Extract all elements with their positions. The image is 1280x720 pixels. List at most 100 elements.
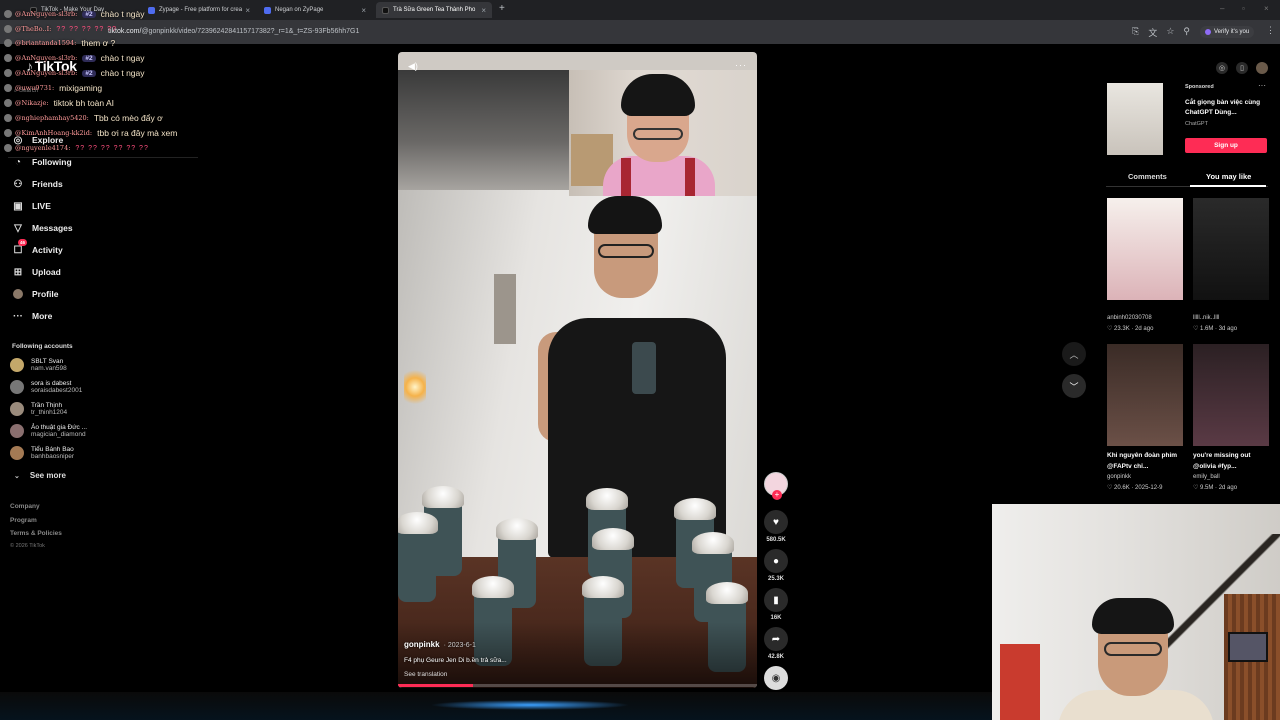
ad-more-icon[interactable]: ··· bbox=[1258, 81, 1266, 90]
webcam-shelf bbox=[1000, 644, 1040, 720]
recommended-video-thumbnail[interactable] bbox=[1193, 198, 1269, 300]
close-tab-icon[interactable]: × bbox=[361, 6, 366, 15]
chat-username: @nguyenle4174: bbox=[15, 144, 71, 152]
sidebar-item-label: Following bbox=[32, 157, 72, 167]
following-account[interactable]: SBLT Svan nam.van598 bbox=[10, 358, 67, 372]
footer-link-terms[interactable]: Terms & Policies bbox=[10, 530, 62, 537]
following-account[interactable]: Trần Thịnh tr_thinh1204 bbox=[10, 402, 67, 416]
extensions-icon[interactable]: ⚲ bbox=[1183, 26, 1190, 39]
translate-icon[interactable]: 文 bbox=[1148, 26, 1157, 39]
browser-menu-icon[interactable]: ⋮ bbox=[1266, 25, 1275, 36]
taskbar-glow bbox=[430, 700, 630, 710]
new-tab-icon[interactable]: + bbox=[499, 3, 505, 14]
sidebar-item-messages[interactable]: ▽ Messages bbox=[12, 222, 73, 234]
account-name: Ảo thuật gia Đức ... bbox=[31, 424, 88, 431]
verify-profile-button[interactable]: Verify it's you bbox=[1200, 26, 1255, 38]
sidebar-item-label: Friends bbox=[32, 179, 63, 189]
chevron-down-icon: ﹀ bbox=[1069, 381, 1079, 392]
install-app-icon[interactable]: ⎘ bbox=[1132, 26, 1139, 39]
save-button[interactable]: ▮ bbox=[764, 588, 788, 612]
see-translation-link[interactable]: See translation bbox=[404, 671, 447, 678]
video-progress-fill bbox=[398, 684, 474, 687]
cup-lid bbox=[592, 528, 634, 550]
address-bar[interactable]: tiktok.com/@gonpinkk/video/7239624284115… bbox=[0, 20, 1280, 44]
profile-icon bbox=[12, 288, 24, 300]
volume-icon[interactable]: ◀) bbox=[408, 61, 418, 72]
following-account[interactable]: Tiểu Bánh Bao banhbaosniper bbox=[10, 446, 74, 460]
cup-lid bbox=[706, 582, 748, 604]
video-description: F4 phụ Geure Jen Di b.ền trả sữa... bbox=[404, 657, 507, 664]
coin-icon[interactable]: ◎ bbox=[1216, 62, 1228, 74]
following-account[interactable]: Ảo thuật gia Đức ... magician_diamond bbox=[10, 424, 87, 438]
card-title[interactable]: you're missing out @olivia #fyp... bbox=[1193, 450, 1273, 472]
browser-tab-negan[interactable]: Negan on ZyPage × bbox=[258, 2, 372, 18]
sidebar-item-live[interactable]: ▣ LIVE bbox=[12, 200, 51, 212]
window-close-icon[interactable]: × bbox=[1264, 4, 1269, 13]
chat-text: Tbb có mèo đẩy ơ bbox=[93, 113, 163, 123]
more-icon: ··· bbox=[13, 310, 23, 322]
footer-link-program[interactable]: Program bbox=[10, 517, 37, 524]
chat-text: tiktok bh toàn AI bbox=[53, 98, 115, 108]
chat-text: them ơ ? bbox=[81, 38, 116, 48]
activity-icon: ☐ 46 bbox=[13, 239, 28, 256]
recommended-video-thumbnail[interactable] bbox=[1193, 344, 1269, 446]
user-avatar-icon[interactable] bbox=[1256, 62, 1268, 74]
sidebar-item-more[interactable]: ··· More bbox=[12, 310, 52, 322]
video-person-hair bbox=[588, 196, 662, 234]
card-username[interactable]: anbinh02030708 bbox=[1107, 315, 1152, 321]
cup-lid bbox=[422, 486, 464, 508]
video-player[interactable]: ◀) ··· gonpinkk · 2023-6-1 F4 phụ Geure J… bbox=[398, 52, 757, 688]
browser-tab-active[interactable]: Trà Sữa Green Tea Thành Pho × bbox=[376, 2, 492, 18]
avatar bbox=[10, 424, 24, 438]
footer-link-company[interactable]: Company bbox=[10, 503, 40, 510]
more-options-icon[interactable]: ··· bbox=[735, 60, 747, 70]
see-more-button[interactable]: ⌄ See more bbox=[14, 471, 66, 480]
comment-button[interactable]: ● bbox=[764, 549, 788, 573]
creator-avatar[interactable]: + bbox=[764, 472, 788, 500]
ad-title[interactable]: Cắt giọng bàn việc cùng ChatGPT Dùng... bbox=[1185, 98, 1267, 118]
upload-icon: ⊞ bbox=[13, 266, 23, 278]
chat-username: @TheBo..I: bbox=[15, 25, 52, 33]
account-handle: tr_thinh1204 bbox=[31, 409, 68, 416]
account-handle: magician_diamond bbox=[31, 431, 86, 438]
maximize-icon[interactable]: ▫ bbox=[1242, 4, 1245, 13]
bookmark-star-icon[interactable]: ☆ bbox=[1166, 26, 1174, 39]
card-username[interactable]: lllll..nik..llll bbox=[1193, 315, 1219, 321]
sidebar-item-profile[interactable]: Profile bbox=[12, 288, 58, 300]
video-author[interactable]: gonpinkk · 2023-6-1 bbox=[404, 640, 476, 649]
video-reaction-inset bbox=[569, 70, 757, 196]
tab-comments[interactable]: Comments bbox=[1128, 172, 1167, 181]
chevron-up-icon: ︿ bbox=[1069, 349, 1079, 360]
video-progress-bar[interactable] bbox=[398, 684, 757, 687]
save-count: 16K bbox=[770, 615, 782, 621]
see-more-label: See more bbox=[29, 471, 66, 480]
next-video-button[interactable]: ﹀ bbox=[1062, 374, 1086, 398]
close-tab-icon[interactable]: × bbox=[245, 6, 250, 15]
share-button[interactable]: ➦ bbox=[764, 627, 788, 651]
recommended-video-thumbnail[interactable] bbox=[1107, 344, 1183, 446]
sidebar-item-friends[interactable]: ⚇ Friends bbox=[12, 178, 63, 190]
chat-avatar bbox=[4, 114, 12, 122]
recommended-video-thumbnail[interactable] bbox=[1107, 198, 1183, 300]
like-button[interactable]: ♥ bbox=[764, 510, 788, 534]
inbox-icon[interactable]: ▯ bbox=[1236, 62, 1248, 74]
ad-thumbnail[interactable] bbox=[1107, 83, 1163, 155]
browser-tab-zypage[interactable]: Zypage - Free platform for crea × bbox=[142, 2, 256, 18]
card-username[interactable]: gonpinkk bbox=[1107, 474, 1131, 480]
signup-button[interactable]: Sign up bbox=[1185, 138, 1267, 153]
sound-disc[interactable]: ◉ bbox=[764, 666, 788, 690]
like-count: 580.5K bbox=[766, 537, 786, 543]
following-account[interactable]: sora is dabest soraisdabest2001 bbox=[10, 380, 82, 394]
minimize-icon[interactable]: – bbox=[1220, 4, 1224, 13]
close-tab-icon[interactable]: × bbox=[481, 6, 486, 15]
follow-plus-icon[interactable]: + bbox=[772, 490, 782, 500]
previous-video-button[interactable]: ︿ bbox=[1062, 342, 1086, 366]
card-title[interactable]: Khi nguyên đoàn phim @FAPtv chỉ... bbox=[1107, 450, 1187, 472]
card-username[interactable]: emily_ball bbox=[1193, 474, 1220, 480]
cup-lid bbox=[582, 576, 624, 598]
chat-message: @uwu9731: mixigaming bbox=[4, 82, 102, 94]
sidebar-item-upload[interactable]: ⊞ Upload bbox=[12, 266, 61, 278]
url-text[interactable]: tiktok.com/@gonpinkk/video/7239624284115… bbox=[108, 28, 359, 35]
sidebar-item-activity[interactable]: ☐ 46 Activity bbox=[12, 239, 63, 256]
tab-you-may-like[interactable]: You may like bbox=[1206, 172, 1251, 181]
